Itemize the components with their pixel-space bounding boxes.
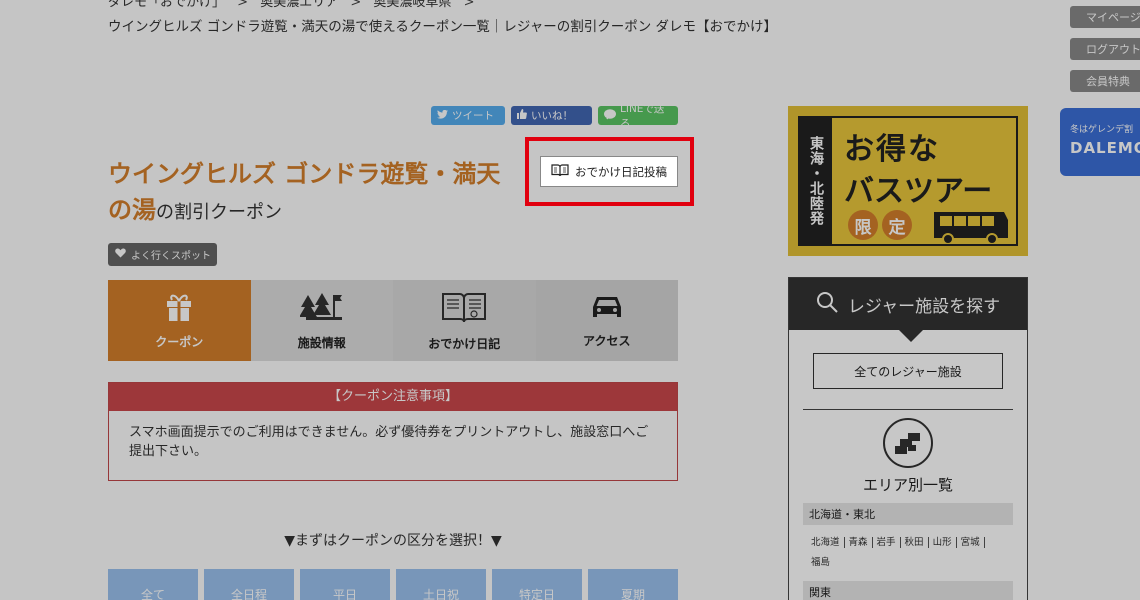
prefecture-link[interactable]: 岩手 bbox=[872, 537, 901, 548]
category-button-specific[interactable]: 特定日 bbox=[492, 569, 582, 600]
limited-char: 限 bbox=[848, 210, 878, 240]
dalemo-ski-banner[interactable]: 冬はゲレンデ割 DALEMO bbox=[1060, 108, 1140, 176]
like-label: いいね！ bbox=[531, 110, 573, 122]
category-button-weekday[interactable]: 平日 bbox=[300, 569, 390, 600]
breadcrumb-separator: > bbox=[237, 0, 249, 10]
tab-label: 施設情報 bbox=[297, 335, 346, 350]
line-logo-icon bbox=[604, 108, 616, 123]
region-block: 北海道・東北 北海道 青森 岩手 秋田 山形 宮城福島 bbox=[803, 503, 1013, 573]
thumbs-up-icon bbox=[517, 109, 527, 122]
diary-button-highlight bbox=[525, 137, 694, 206]
region-heading: 北海道・東北 bbox=[803, 503, 1013, 525]
line-label: LINEで送る bbox=[620, 102, 665, 130]
prefecture-link[interactable]: 北海道 bbox=[807, 537, 845, 548]
dalemo-banner-caption: 冬はゲレンデ割 bbox=[1070, 125, 1134, 135]
category-button-weekend[interactable]: 土日祝 bbox=[396, 569, 486, 600]
category-button-summer[interactable]: 夏期 bbox=[588, 569, 678, 600]
facebook-like-button[interactable]: いいね！ bbox=[511, 106, 592, 125]
tab-label: アクセス bbox=[583, 333, 631, 348]
tweet-label: ツイート bbox=[452, 110, 494, 122]
tab-odekake-diary[interactable]: おでかけ日記 bbox=[393, 280, 536, 361]
breadcrumb-item[interactable]: 奥美濃岐阜県 bbox=[373, 0, 451, 10]
dalemo-logo: DALEMO bbox=[1070, 139, 1140, 157]
book-icon bbox=[441, 290, 487, 327]
magnifier-icon bbox=[816, 291, 838, 318]
bus-banner-line2: バスツアー bbox=[844, 174, 993, 209]
prefecture-link[interactable]: 山形 bbox=[928, 537, 957, 548]
gift-icon bbox=[165, 292, 193, 325]
bus-tour-banner[interactable]: 東海・北陸発 お得な バスツアー 限 定 bbox=[788, 106, 1028, 256]
tab-label: クーポン bbox=[155, 334, 204, 349]
category-button-all-days[interactable]: 全日程 bbox=[204, 569, 294, 600]
map-area-icon bbox=[883, 418, 933, 468]
all-leisure-button[interactable]: 全てのレジャー施設 bbox=[813, 353, 1003, 389]
coupon-notice: 【クーポン注意事項】 スマホ画面提示でのご利用はできません。必ず優待券をプリント… bbox=[108, 382, 678, 481]
prefecture-links: 北海道 青森 岩手 秋田 山形 宮城福島 bbox=[803, 525, 1013, 573]
tab-facility-info[interactable]: 施設情報 bbox=[250, 280, 393, 361]
mypage-button[interactable]: マイページ bbox=[1070, 6, 1140, 28]
leisure-search-panel: レジャー施設を探す 全てのレジャー施設 エリア別一覧 北海道・東北 北海道 青森岩… bbox=[788, 277, 1028, 600]
breadcrumb-separator: > bbox=[350, 0, 362, 10]
tab-coupon[interactable]: クーポン bbox=[108, 280, 251, 361]
breadcrumb-item[interactable]: 奥美濃エリア bbox=[260, 0, 338, 10]
region-block: 関東 bbox=[803, 581, 1013, 600]
divider bbox=[803, 409, 1013, 410]
select-prompt: ▼まずはクーポンの区分を選択！▼ bbox=[284, 533, 502, 549]
heart-icon bbox=[115, 248, 126, 261]
facility-tabs: クーポン 施設情報 おでかけ日記 アクセス bbox=[108, 280, 678, 361]
prefecture-link[interactable]: 青森 bbox=[844, 537, 873, 548]
breadcrumb-separator: > bbox=[463, 0, 475, 10]
favorite-spot-label: よく行くスポット bbox=[131, 251, 211, 262]
title-suffix: の割引クーポン bbox=[156, 202, 282, 223]
region-heading: 関東 bbox=[803, 581, 1013, 600]
coupon-category-buttons: 全て 全日程 平日 土日祝 特定日 夏期 bbox=[108, 569, 678, 600]
breadcrumb-item[interactable]: ダレモ「おでかけ」 bbox=[108, 0, 225, 10]
category-button-all[interactable]: 全て bbox=[108, 569, 198, 600]
prefecture-link[interactable]: 宮城 bbox=[956, 537, 985, 548]
limited-char: 定 bbox=[882, 210, 912, 240]
tab-label: おでかけ日記 bbox=[428, 336, 501, 351]
breadcrumb: ダレモ「おでかけ」 > 奥美濃エリア > 奥美濃岐阜県 > bbox=[108, 0, 482, 12]
bus-banner-origin: 東海・北陸発 bbox=[800, 118, 832, 244]
tab-access[interactable]: アクセス bbox=[535, 280, 678, 361]
bus-banner-frame: 東海・北陸発 お得な バスツアー 限 定 bbox=[798, 116, 1018, 246]
leisure-panel-heading: レジャー施設を探す bbox=[789, 278, 1027, 342]
prefecture-link[interactable]: 福島 bbox=[807, 557, 834, 568]
page-heading: ウイングヒルズ ゴンドラ遊覧・満天の湯で使えるクーポン一覧｜レジャーの割引クーポ… bbox=[108, 19, 778, 35]
bus-banner-line1: お得な bbox=[844, 132, 940, 167]
notice-body: スマホ画面提示でのご利用はできません。必ず優待券をプリントアウトし、施設窓口へご… bbox=[129, 425, 649, 459]
trees-flag-icon bbox=[298, 291, 344, 326]
prefecture-link[interactable]: 秋田 bbox=[900, 537, 929, 548]
area-list-title: エリア別一覧 bbox=[862, 476, 953, 494]
member-benefits-button[interactable]: 会員特典 bbox=[1070, 70, 1140, 92]
notice-heading: 【クーポン注意事項】 bbox=[109, 383, 677, 411]
logout-button[interactable]: ログアウト bbox=[1070, 38, 1140, 60]
line-share-button[interactable]: LINEで送る bbox=[598, 103, 678, 130]
page-title: ウイングヒルズ ゴンドラ遊覧・満天の湯の割引クーポン bbox=[108, 156, 518, 231]
favorite-spot-button[interactable]: よく行くスポット bbox=[108, 243, 217, 266]
leisure-heading-text: レジャー施設を探す bbox=[847, 296, 1001, 317]
limited-badge: 限 定 bbox=[848, 210, 912, 240]
twitter-bird-icon bbox=[437, 109, 448, 122]
bus-icon bbox=[930, 208, 1010, 248]
tweet-button[interactable]: ツイート bbox=[431, 106, 505, 125]
share-buttons: ツイート いいね！ LINEで送る bbox=[431, 103, 678, 130]
car-icon bbox=[591, 293, 623, 324]
